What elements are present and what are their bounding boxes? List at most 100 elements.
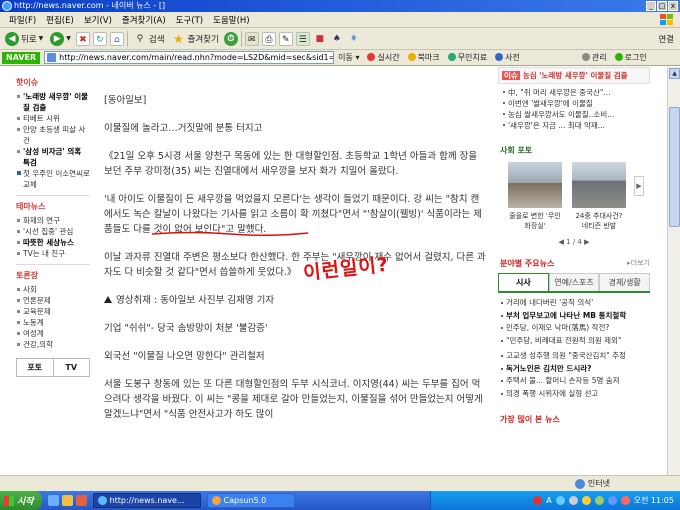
theme-news-item[interactable]: 따뜻한 세상뉴스 <box>16 237 90 248</box>
forum-item[interactable]: 교육문제 <box>16 306 90 317</box>
back-button[interactable]: ◀ 뒤로 ▼ <box>3 30 45 48</box>
tray-icon[interactable] <box>581 496 591 505</box>
history-icon[interactable]: ⏱ <box>223 31 238 46</box>
category-tabs: 시사 연예/스포츠 경제/생활 <box>498 273 651 293</box>
ime-indicator[interactable]: A <box>546 496 551 505</box>
menu-view[interactable]: 보기(V) <box>79 14 117 26</box>
news-item[interactable]: 독거노인은 김치만 드시라? <box>500 363 650 376</box>
dictionary-label: 사전 <box>505 53 520 62</box>
bookmark-link[interactable]: 북마크 <box>407 52 440 63</box>
tray-icon[interactable] <box>607 496 617 505</box>
media-launch-icon[interactable] <box>75 495 87 506</box>
manage-link[interactable]: 관리 <box>581 52 607 63</box>
issue-item[interactable]: 이번엔 '쌀새우깡'에 이물질 <box>502 98 650 109</box>
mail-icon[interactable]: ✉ <box>244 31 259 46</box>
ie-launch-icon[interactable] <box>47 495 59 506</box>
theme-news-item[interactable]: 화제의 연구 <box>16 215 90 226</box>
tab-photo[interactable]: 포토 <box>17 359 53 376</box>
tab-economy-life[interactable]: 경제/생활 <box>599 273 651 291</box>
search-button[interactable]: ⚲ 검색 <box>131 30 167 48</box>
stop-icon[interactable]: ✖ <box>75 31 90 46</box>
forum-item[interactable]: 노동계 <box>16 317 90 328</box>
maximize-button[interactable]: □ <box>657 1 667 11</box>
issue-list: 中, "쥐 머리 새우깡은 중국산"... 이번엔 '쌀새우깡'에 이물질 농심… <box>498 84 650 131</box>
scroll-up-arrow-icon[interactable]: ▲ <box>669 68 680 79</box>
news-item[interactable]: 고교생 성추행 의원 "중국산김치" 추정 <box>500 350 650 363</box>
tray-icon[interactable] <box>594 496 604 505</box>
start-button[interactable]: 시작 <box>0 491 42 510</box>
forward-button[interactable]: ▶ ▼ <box>48 30 73 48</box>
forum-item[interactable]: 사회 <box>16 284 90 295</box>
discuss-icon[interactable]: ☰ <box>295 31 310 46</box>
menu-file[interactable]: 파일(F) <box>4 14 41 26</box>
tray-icon[interactable] <box>568 496 578 505</box>
news-item[interactable]: 의경 폭행 시위자에 실형 선고 <box>500 388 650 401</box>
hot-issue-item[interactable]: '노래방 새우깡' 이물질 검출 <box>16 91 90 113</box>
forum-item[interactable]: 언론문제 <box>16 295 90 306</box>
article-source: [동아일보] <box>104 95 147 106</box>
news-item[interactable]: 부처 업무보고에 나타난 MB 통치철학 <box>500 310 650 323</box>
news-item[interactable]: 주택서 불... 할머니 손자등 5명 숨져 <box>500 375 650 388</box>
news-item[interactable]: "민주당, 비례대표 전원적 의원 제외" <box>500 335 650 348</box>
print-icon[interactable]: ⎙ <box>261 31 276 46</box>
home-icon[interactable]: ⌂ <box>109 31 124 46</box>
url-input[interactable]: http://news.naver.com/main/read.nhn?mode… <box>44 51 335 64</box>
tab-entertainment-sports[interactable]: 연예/스포츠 <box>548 273 600 291</box>
theme-news-item[interactable]: '시선 집중' 관심 <box>16 226 90 237</box>
plugin-icon[interactable]: ♦ <box>347 32 361 46</box>
dictionary-link[interactable]: 사전 <box>495 52 520 63</box>
connect-label[interactable]: 연결 <box>658 33 674 45</box>
issue-item[interactable]: 농심 쌀새우깡서도 이물질..소비... <box>502 109 650 120</box>
address-bar: NAVER http://news.naver.com/main/read.nh… <box>0 50 680 66</box>
taskbar-item-capsun[interactable]: Capsun5.0 <box>206 493 295 508</box>
taskbar-item-browser[interactable]: http://news.nave... <box>92 493 201 508</box>
hot-issue-item[interactable]: '삼성 비자금' 의혹 특검 <box>16 146 90 168</box>
vertical-scrollbar[interactable]: ▲ ▼ <box>667 67 680 491</box>
next-photo-arrow-icon[interactable]: ▶ <box>634 176 644 196</box>
hot-issue-item[interactable]: 티베트 시위 <box>16 113 90 124</box>
hot-issue-item[interactable]: 첫 우주인 이소연씨로 교체 <box>16 168 90 190</box>
refresh-icon[interactable]: ↻ <box>92 31 107 46</box>
korea-flag-icon[interactable] <box>533 496 543 505</box>
edit-icon[interactable]: ✎ <box>278 31 293 46</box>
realtime-link[interactable]: 실시간 <box>367 52 400 63</box>
scroll-thumb[interactable] <box>669 107 680 227</box>
menu-favorites[interactable]: 즐겨찾기(A) <box>117 14 171 26</box>
login-link[interactable]: 로그인 <box>614 52 647 63</box>
menu-help[interactable]: 도움말(H) <box>208 14 254 26</box>
messenger-icon[interactable]: ♠ <box>330 32 344 46</box>
hot-issue-item[interactable]: 안양 초등생 피살 사건 <box>16 124 90 146</box>
start-label: 시작 <box>17 497 34 507</box>
dropdown-arrow-icon: ▼ <box>38 35 44 42</box>
issue-header[interactable]: 이슈 농심 '노래방 새우깡' 이물질 검출 <box>498 67 650 84</box>
issue-item[interactable]: '새우깡'은 지금 ... 최대 악재... <box>502 120 650 131</box>
theme-news-item[interactable]: TV는 내 친구 <box>16 248 90 259</box>
tab-tv[interactable]: TV <box>52 359 90 376</box>
media-tabs: 포토 TV <box>16 358 90 377</box>
menu-edit[interactable]: 편집(E) <box>41 14 79 26</box>
close-button[interactable]: x <box>668 1 678 11</box>
star-icon: ★ <box>173 31 184 46</box>
photo-item[interactable]: 줄을로 변한 '무인 화장실' <box>508 162 562 231</box>
more-link[interactable]: ▸더보기 <box>627 258 650 269</box>
ie-icon <box>97 496 107 505</box>
forum-item[interactable]: 여성계 <box>16 328 90 339</box>
news-item[interactable]: 민주당, 이재오 낙마(落馬) 작전? <box>500 322 650 335</box>
news-item[interactable]: 거리에 내다버린 '공직 의식' <box>500 297 650 310</box>
forum-item[interactable]: 건강,의학 <box>16 339 90 350</box>
issue-item[interactable]: 中, "쥐 머리 새우깡은 중국산"... <box>502 87 650 98</box>
naver-logo[interactable]: NAVER <box>2 51 41 64</box>
minimize-button[interactable]: _ <box>646 1 656 11</box>
favorites-button[interactable]: ★ 즐겨찾기 <box>170 30 221 48</box>
volume-icon[interactable] <box>620 496 630 505</box>
tab-current-affairs[interactable]: 시사 <box>498 273 549 291</box>
right-column: 이슈 농심 '노래방 새우깡' 이물질 검출 中, "쥐 머리 새우깡은 중국산"… <box>498 67 651 425</box>
menu-tools[interactable]: 도구(T) <box>171 14 208 26</box>
folder-launch-icon[interactable] <box>61 495 73 506</box>
article-paragraph: 서울 도봉구 창동에 있는 또 다른 대형할인점의 두부 시식코너. 이지영(4… <box>104 379 483 420</box>
free-link[interactable]: 무인치료 <box>447 52 487 63</box>
photo-item[interactable]: 24중 추대사건? 네티즌 반발 <box>572 162 626 231</box>
research-icon[interactable]: ■ <box>313 32 327 46</box>
go-button[interactable]: 이동 ▾ <box>338 52 359 63</box>
tray-icon[interactable] <box>555 496 565 505</box>
